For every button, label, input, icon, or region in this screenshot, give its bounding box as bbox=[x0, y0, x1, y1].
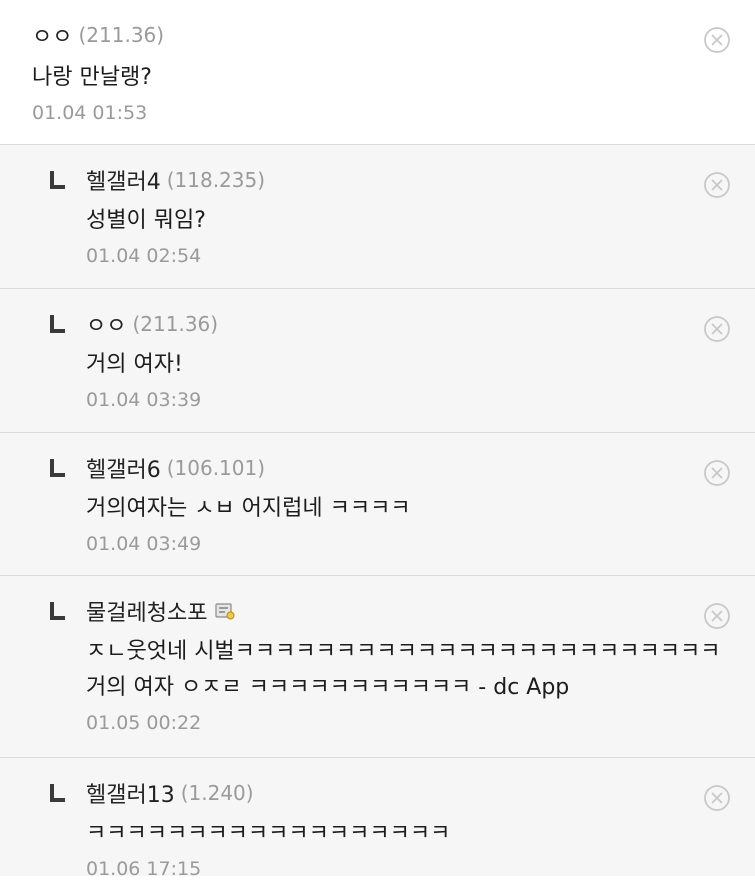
comment-text-line: ㅈㄴ웃엇네 시벌ㅋㅋㅋㅋㅋㅋㅋㅋㅋㅋㅋㅋㅋㅋㅋㅋㅋㅋㅋㅋㅋㅋㅋㅋ bbox=[86, 639, 721, 664]
comment-text: 성별이 뭐임? bbox=[86, 208, 206, 233]
comment-text: 나랑 만날랭? bbox=[32, 65, 152, 90]
comment-ip: (211.36) bbox=[78, 23, 165, 47]
close-circle-icon[interactable] bbox=[703, 26, 731, 54]
comment-ip: (211.36) bbox=[132, 312, 219, 336]
comment-nickname[interactable]: 물걸레청소포 bbox=[86, 595, 207, 627]
comment-timestamp: 01.04 03:49 bbox=[86, 533, 202, 555]
comment-ip: (1.240) bbox=[180, 781, 254, 805]
reply-comment: 헬갤러6 (106.101) 거의여자는 ㅅㅂ 어지럽네 ㅋㅋㅋㅋ 01.04 … bbox=[0, 433, 755, 576]
close-circle-icon[interactable] bbox=[703, 315, 731, 343]
reply-comment: 헬갤러13 (1.240) ㅋㅋㅋㅋㅋㅋㅋㅋㅋㅋㅋㅋㅋㅋㅋㅋㅋㅋ 01.06 1… bbox=[0, 758, 755, 880]
comment: ㅇㅇ (211.36) 나랑 만날랭? 01.04 01:53 bbox=[0, 0, 755, 145]
reply-arrow-icon bbox=[48, 171, 66, 189]
comment-header: ㅇㅇ (211.36) bbox=[32, 20, 755, 50]
comment-nickname[interactable]: 헬갤러4 bbox=[86, 164, 161, 196]
comment-timestamp: 01.04 03:39 bbox=[86, 389, 202, 411]
comment-list: ㅇㅇ (211.36) 나랑 만날랭? 01.04 01:53 헬갤러4 (11… bbox=[0, 0, 755, 880]
reply-comment: 물걸레청소포 ㅈㄴ웃엇네 시벌ㅋㅋㅋㅋㅋㅋㅋㅋㅋㅋㅋㅋㅋㅋㅋㅋㅋㅋㅋㅋㅋㅋㅋㅋ … bbox=[0, 576, 755, 758]
comment-timestamp: 01.05 00:22 bbox=[86, 712, 202, 734]
close-circle-icon[interactable] bbox=[703, 459, 731, 487]
comment-header: 물걸레청소포 bbox=[48, 596, 755, 626]
comment-ip: (106.101) bbox=[166, 456, 266, 480]
comment-header: 헬갤러6 (106.101) bbox=[48, 453, 755, 483]
comment-text: 거의 여자! bbox=[86, 352, 183, 377]
comment-ip: (118.235) bbox=[166, 168, 266, 192]
gallog-user-icon bbox=[215, 603, 235, 620]
reply-arrow-icon bbox=[48, 602, 66, 620]
reply-comment: 헬갤러4 (118.235) 성별이 뭐임? 01.04 02:54 bbox=[0, 145, 755, 289]
comment-timestamp: 01.04 02:54 bbox=[86, 245, 202, 267]
comment-text: 거의여자는 ㅅㅂ 어지럽네 ㅋㅋㅋㅋ bbox=[86, 496, 411, 521]
comment-timestamp: 01.06 17:15 bbox=[86, 858, 202, 880]
comment-nickname[interactable]: 헬갤러13 bbox=[86, 777, 175, 809]
reply-comment: ㅇㅇ (211.36) 거의 여자! 01.04 03:39 bbox=[0, 289, 755, 433]
comment-nickname[interactable]: ㅇㅇ bbox=[32, 19, 72, 51]
close-circle-icon[interactable] bbox=[703, 784, 731, 812]
close-circle-icon[interactable] bbox=[703, 602, 731, 630]
reply-arrow-icon bbox=[48, 784, 66, 802]
comment-nickname[interactable]: ㅇㅇ bbox=[86, 308, 126, 340]
reply-arrow-icon bbox=[48, 315, 66, 333]
comment-text: ㅈㄴ웃엇네 시벌ㅋㅋㅋㅋㅋㅋㅋㅋㅋㅋㅋㅋㅋㅋㅋㅋㅋㅋㅋㅋㅋㅋㅋㅋ 거의 여자 ㅇ… bbox=[48, 634, 755, 706]
comment-nickname[interactable]: 헬갤러6 bbox=[86, 452, 161, 484]
reply-arrow-icon bbox=[48, 459, 66, 477]
comment-text: ㅋㅋㅋㅋㅋㅋㅋㅋㅋㅋㅋㅋㅋㅋㅋㅋㅋㅋ bbox=[86, 821, 451, 846]
close-circle-icon[interactable] bbox=[703, 171, 731, 199]
comment-text-line: 거의 여자 ㅇㅈㄹ ㅋㅋㅋㅋㅋㅋㅋㅋㅋㅋㅋ - dc App bbox=[86, 675, 570, 700]
comment-timestamp: 01.04 01:53 bbox=[32, 102, 148, 124]
comment-header: 헬갤러4 (118.235) bbox=[48, 165, 755, 195]
comment-header: ㅇㅇ (211.36) bbox=[48, 309, 755, 339]
comment-header: 헬갤러13 (1.240) bbox=[48, 778, 755, 808]
